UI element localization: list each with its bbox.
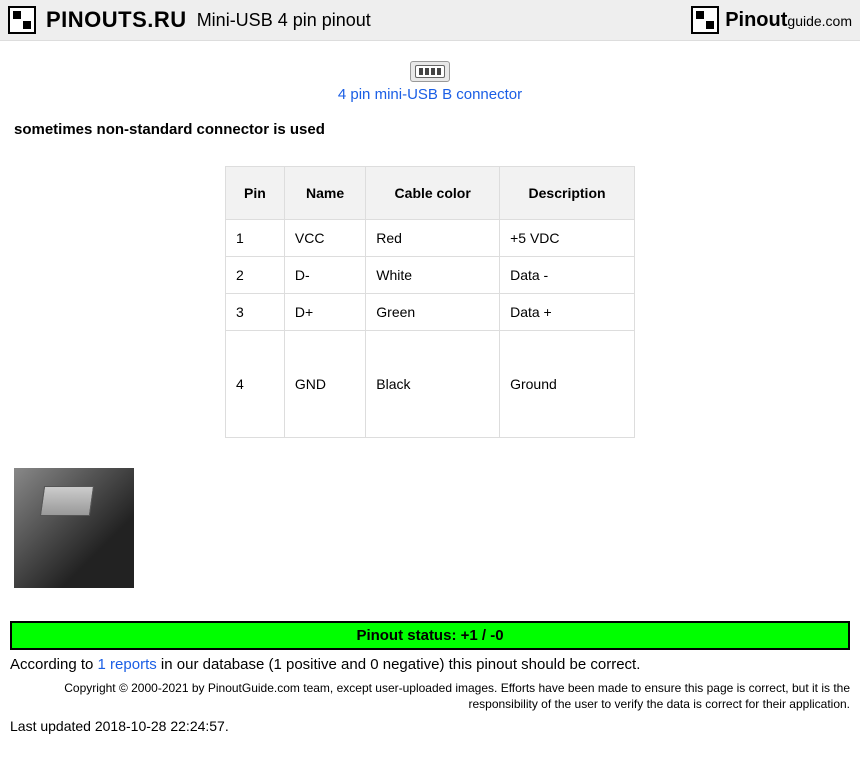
- cell-color: Black: [366, 331, 500, 438]
- cell-name: D-: [284, 257, 365, 294]
- status-bar: Pinout status: +1 / -0: [10, 621, 850, 650]
- cell-pin: 4: [226, 331, 285, 438]
- th-description: Description: [500, 167, 635, 220]
- subtitle-note: sometimes non-standard connector is used: [0, 113, 860, 146]
- pinouts-logo-icon: [8, 6, 36, 34]
- status-text: According to 1 reports in our database (…: [0, 654, 860, 675]
- guide-logo-main: Pinout: [725, 9, 787, 31]
- photo-section: [0, 458, 860, 601]
- table-header-row: Pin Name Cable color Description: [226, 167, 635, 220]
- status-suffix: in our database (1 positive and 0 negati…: [157, 656, 641, 673]
- header-left: PINOUTS.RU Mini-USB 4 pin pinout: [8, 6, 371, 34]
- connector-diagram-icon: [410, 61, 450, 82]
- table-row: 1 VCC Red +5 VDC: [226, 220, 635, 257]
- cell-description: Ground: [500, 331, 635, 438]
- cell-name: D+: [284, 294, 365, 331]
- th-pin: Pin: [226, 167, 285, 220]
- reports-link[interactable]: 1 reports: [98, 656, 157, 673]
- cell-pin: 2: [226, 257, 285, 294]
- table-row: 4 GND Black Ground: [226, 331, 635, 438]
- th-name: Name: [284, 167, 365, 220]
- cell-name: GND: [284, 331, 365, 438]
- table-row: 2 D- White Data -: [226, 257, 635, 294]
- copyright-text: Copyright © 2000-2021 by PinoutGuide.com…: [0, 675, 860, 714]
- site-logo-text[interactable]: PINOUTS.RU: [46, 7, 187, 33]
- guide-logo-icon: [691, 6, 719, 34]
- cell-description: Data -: [500, 257, 635, 294]
- connector-link[interactable]: 4 pin mini-USB B connector: [0, 86, 860, 103]
- cell-color: White: [366, 257, 500, 294]
- header-right[interactable]: Pinoutguide.com: [691, 6, 852, 34]
- pinout-table: Pin Name Cable color Description 1 VCC R…: [225, 166, 635, 438]
- connector-photo: [14, 468, 134, 588]
- guide-logo-sub: guide.com: [787, 13, 852, 29]
- page-title: Mini-USB 4 pin pinout: [197, 10, 371, 31]
- cell-color: Green: [366, 294, 500, 331]
- cell-pin: 1: [226, 220, 285, 257]
- connector-section: 4 pin mini-USB B connector: [0, 61, 860, 103]
- page-header: PINOUTS.RU Mini-USB 4 pin pinout Pinoutg…: [0, 0, 860, 41]
- last-updated: Last updated 2018-10-28 22:24:57.: [0, 714, 860, 738]
- th-color: Cable color: [366, 167, 500, 220]
- table-row: 3 D+ Green Data +: [226, 294, 635, 331]
- guide-logo-text: Pinoutguide.com: [725, 9, 852, 32]
- cell-pin: 3: [226, 294, 285, 331]
- cell-name: VCC: [284, 220, 365, 257]
- cell-color: Red: [366, 220, 500, 257]
- status-prefix: According to: [10, 656, 98, 673]
- cell-description: +5 VDC: [500, 220, 635, 257]
- cell-description: Data +: [500, 294, 635, 331]
